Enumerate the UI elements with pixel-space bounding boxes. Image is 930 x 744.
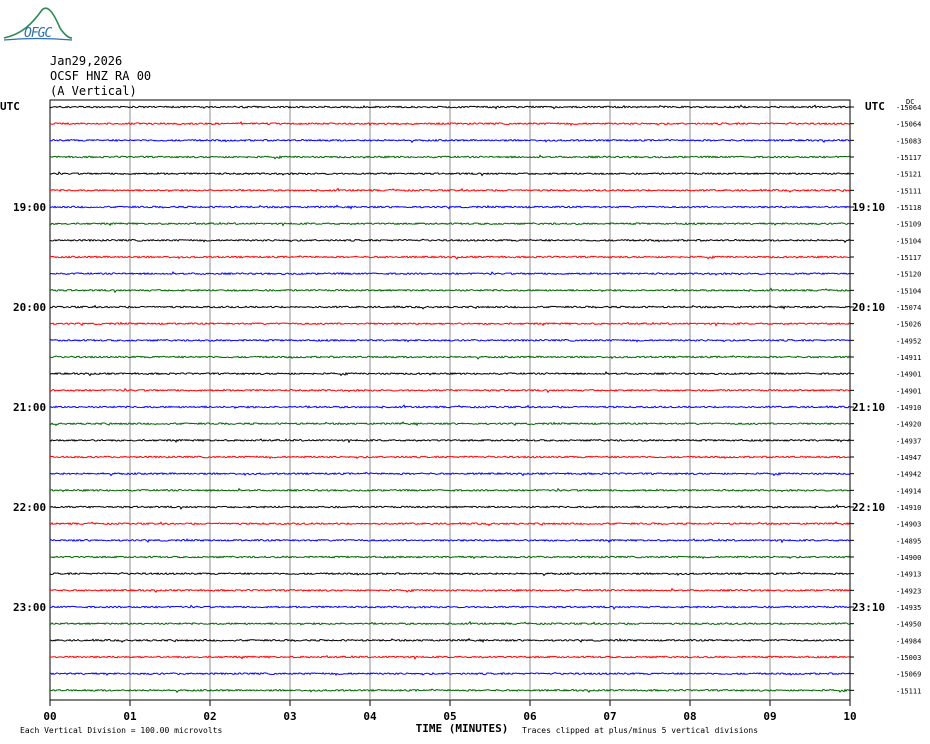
dc-offset-label: -14903: [896, 521, 921, 529]
dc-offset-label: -15120: [896, 271, 921, 279]
hour-label-right: 19:10: [852, 201, 885, 214]
hour-label-right: 22:10: [852, 501, 885, 514]
dc-offset-label: -14950: [896, 621, 921, 629]
x-tick-label: 01: [123, 710, 137, 723]
dc-offset-label: -14984: [896, 637, 921, 645]
hour-label-left: 19:00: [13, 201, 46, 214]
right-axis-unit-label: UTC: [865, 100, 885, 113]
dc-column-label: DC: [906, 98, 914, 106]
hour-label-right: 21:10: [852, 401, 885, 414]
dc-offset-label: -14947: [896, 454, 921, 462]
hour-label-left: 21:00: [13, 401, 46, 414]
x-tick-label: 03: [283, 710, 296, 723]
dc-offset-label: -14901: [896, 387, 921, 395]
dc-offset-label: -15118: [896, 204, 921, 212]
dc-offset-label: -15074: [896, 304, 921, 312]
hour-label-right: 23:10: [852, 601, 885, 614]
hour-label-right: 20:10: [852, 301, 885, 314]
left-axis-unit-label: UTC: [0, 100, 20, 113]
dc-offset-label: -15121: [896, 171, 921, 179]
dc-offset-label: -15111: [896, 687, 921, 695]
dc-offset-label: -14914: [896, 487, 921, 495]
dc-offset-label: -14900: [896, 554, 921, 562]
x-tick-label: 08: [683, 710, 696, 723]
chart-date: Jan29,2026: [50, 54, 123, 68]
x-tick-label: 09: [763, 710, 776, 723]
x-tick-label: 02: [203, 710, 216, 723]
logo-text: OFGC: [24, 26, 52, 41]
dc-offset-label: -14937: [896, 437, 921, 445]
dc-offset-label: -14913: [896, 571, 921, 579]
dc-offset-label: -15064: [896, 121, 921, 129]
footer-left-note: Each Vertical Division = 100.00 microvol…: [20, 726, 222, 735]
dc-offset-label: -14910: [896, 504, 921, 512]
x-tick-label: 00: [43, 710, 56, 723]
hour-label-left: 22:00: [13, 501, 46, 514]
dc-offset-label: -14910: [896, 404, 921, 412]
x-tick-label: 04: [363, 710, 377, 723]
dc-offset-label: -15026: [896, 321, 921, 329]
hour-label-left: 20:00: [13, 301, 46, 314]
station-code: OCSF HNZ RA 00: [50, 69, 152, 83]
dc-offset-label: -15069: [896, 671, 921, 679]
helicorder-chart: 00 01 02 03 04 05 06 07 08 09 10 -15064-15064-1508…: [0, 98, 921, 735]
dc-offset-label: -15104: [896, 287, 921, 295]
dc-offset-label: -15111: [896, 187, 921, 195]
dc-offset-label: -15117: [896, 154, 921, 162]
hour-label-left: 23:00: [13, 601, 46, 614]
dc-offset-label: -14920: [896, 421, 921, 429]
dc-offset-label: -15109: [896, 221, 921, 229]
dc-offset-label: -14895: [896, 537, 921, 545]
dc-offset-label: -14901: [896, 371, 921, 379]
dc-offset-label: -14935: [896, 604, 921, 612]
dc-offset-label: -14911: [896, 354, 921, 362]
x-tick-label: 07: [603, 710, 616, 723]
dc-offset-label: -15083: [896, 137, 921, 145]
dc-offset-label: -14942: [896, 471, 921, 479]
dc-offset-label: -15104: [896, 237, 921, 245]
x-tick-label: 06: [523, 710, 537, 723]
x-axis-title: TIME (MINUTES): [416, 722, 509, 735]
footer-right-note: Traces clipped at plus/minus 5 vertical …: [522, 726, 758, 735]
channel-component: (A Vertical): [50, 84, 137, 98]
logo: OFGC: [2, 4, 74, 44]
x-tick-label: 10: [843, 710, 856, 723]
dc-offset-label: -15117: [896, 254, 921, 262]
dc-offset-label: -15003: [896, 654, 921, 662]
dc-offset-label: -14952: [896, 337, 921, 345]
dc-offset-label: -14923: [896, 587, 921, 595]
